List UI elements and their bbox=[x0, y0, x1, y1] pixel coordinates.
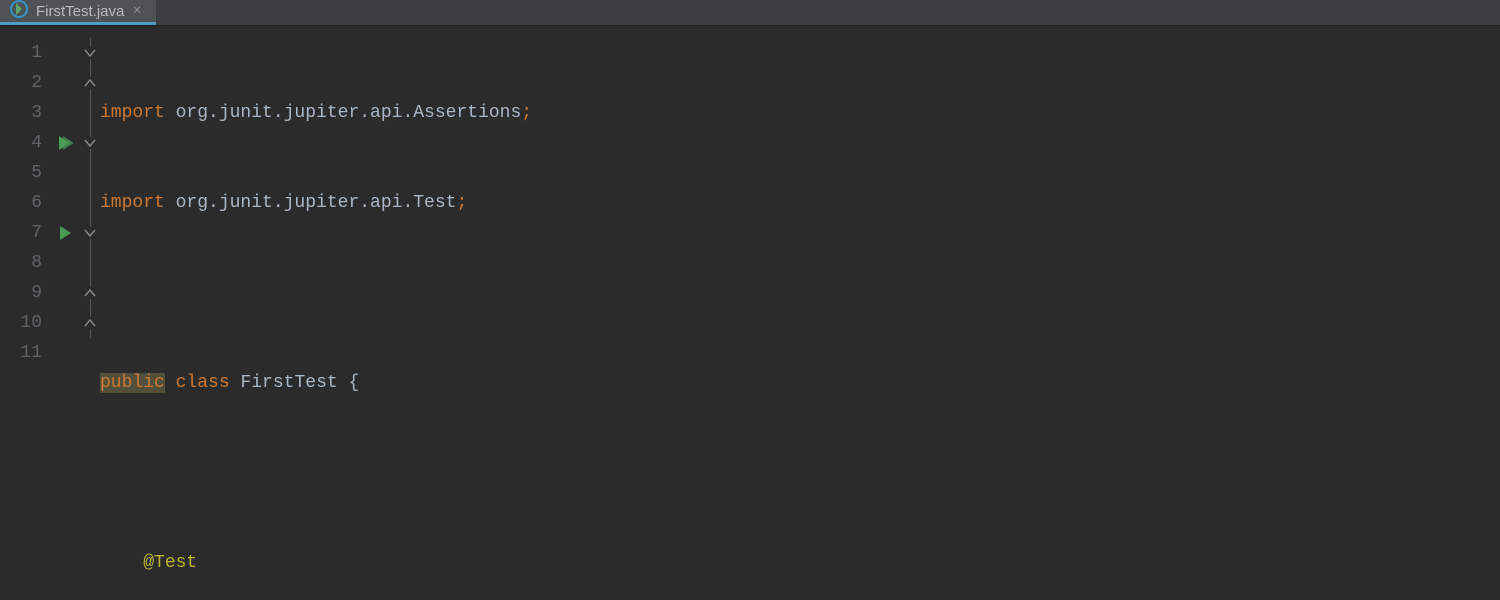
code-line bbox=[100, 278, 1500, 308]
file-tab[interactable]: FirstTest.java × bbox=[0, 0, 156, 25]
line-number: 6 bbox=[0, 188, 50, 218]
line-number: 1 bbox=[0, 38, 50, 68]
editor[interactable]: 1 2 3 4 5 6 7 8 9 10 11 bbox=[0, 26, 1500, 600]
fold-gutter bbox=[80, 26, 100, 600]
line-number: 9 bbox=[0, 278, 50, 308]
code-line: import org.junit.jupiter.api.Test; bbox=[100, 188, 1500, 218]
tab-bar: FirstTest.java × bbox=[0, 0, 1500, 26]
line-number-gutter: 1 2 3 4 5 6 7 8 9 10 11 bbox=[0, 26, 50, 600]
fold-toggle-icon[interactable] bbox=[80, 128, 100, 158]
line-number: 7 bbox=[0, 218, 50, 248]
java-file-icon bbox=[10, 0, 28, 22]
line-number: 10 bbox=[0, 308, 50, 338]
ide-root: FirstTest.java × 1 2 3 4 5 6 7 8 9 10 11 bbox=[0, 0, 1500, 600]
code-line: import org.junit.jupiter.api.Assertions; bbox=[100, 98, 1500, 128]
line-number: 2 bbox=[0, 68, 50, 98]
close-tab-icon[interactable]: × bbox=[132, 3, 141, 19]
run-class-icon[interactable] bbox=[50, 128, 80, 158]
code-line bbox=[100, 458, 1500, 488]
file-tab-label: FirstTest.java bbox=[36, 3, 124, 20]
fold-toggle-icon[interactable] bbox=[80, 308, 100, 338]
line-number: 11 bbox=[0, 338, 50, 368]
line-number: 3 bbox=[0, 98, 50, 128]
line-number: 5 bbox=[0, 158, 50, 188]
run-marker-gutter bbox=[50, 26, 80, 600]
fold-toggle-icon[interactable] bbox=[80, 218, 100, 248]
code-area[interactable]: import org.junit.jupiter.api.Assertions;… bbox=[100, 26, 1500, 600]
run-method-icon[interactable] bbox=[50, 218, 80, 248]
code-line: @Test bbox=[100, 548, 1500, 578]
code-line: public class FirstTest { bbox=[100, 368, 1500, 398]
fold-toggle-icon[interactable] bbox=[80, 68, 100, 98]
line-number: 8 bbox=[0, 248, 50, 278]
fold-toggle-icon[interactable] bbox=[80, 278, 100, 308]
line-number: 4 bbox=[0, 128, 50, 158]
fold-toggle-icon[interactable] bbox=[80, 38, 100, 68]
